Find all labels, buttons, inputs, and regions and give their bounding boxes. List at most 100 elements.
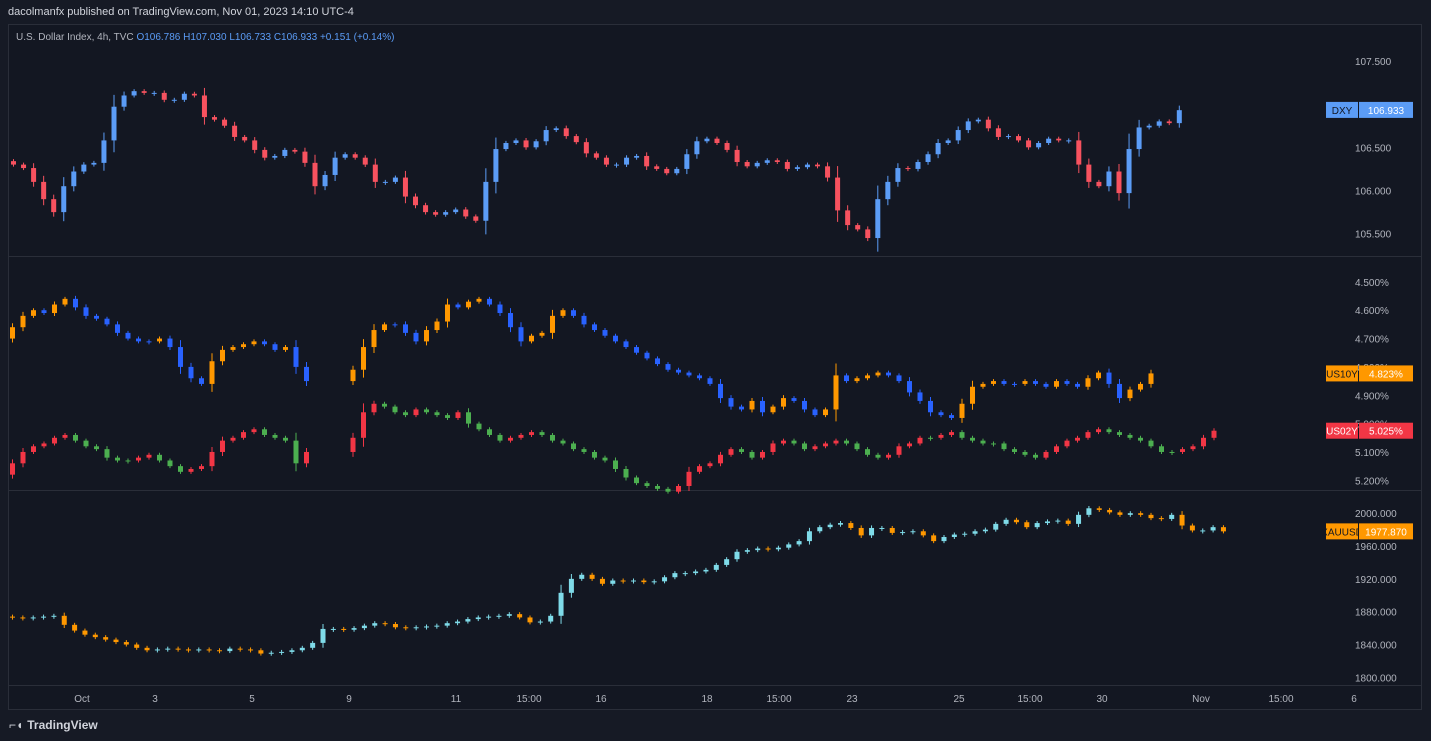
dxy-candle xyxy=(835,177,841,211)
dxy-candle xyxy=(171,99,177,101)
us02y-tag-value: 5.025% xyxy=(1369,427,1403,438)
us02y-candle xyxy=(115,457,120,461)
xau-candles xyxy=(10,505,1226,656)
dxy-candle xyxy=(895,168,901,182)
dxy-candle xyxy=(593,153,599,158)
us02y-candle xyxy=(613,460,618,469)
us10y-candle xyxy=(949,415,954,418)
xau-candle xyxy=(972,531,978,534)
xau-candle xyxy=(931,535,937,542)
xau-candle xyxy=(537,621,543,623)
us02y-candle xyxy=(581,449,587,452)
xau-candle xyxy=(1107,509,1113,513)
dxy-candle xyxy=(493,149,499,182)
dxy-candle xyxy=(1176,110,1182,124)
us10y-candle xyxy=(644,352,650,359)
us02y-candle xyxy=(676,486,681,492)
chart-canvas[interactable]: 107.500 106.500 106.000 105.500 DXY 106.933 5.… xyxy=(9,25,1421,709)
xau-candle xyxy=(361,625,367,629)
us10y-candle xyxy=(104,318,110,325)
dxy-candle xyxy=(1066,140,1072,142)
us02y-candle xyxy=(560,440,566,444)
x-tick-label: 9 xyxy=(346,694,352,705)
x-tick-label: 6 xyxy=(1351,694,1357,705)
us02y-candle xyxy=(434,412,440,416)
dxy-candle xyxy=(905,168,911,170)
yield-y-axis: 5.200%5.100%5.000%4.900%4.800%4.700%4.60… xyxy=(1355,278,1389,487)
publisher-line: dacolmanfx published on TradingView.com,… xyxy=(8,6,354,18)
xau-candle xyxy=(455,621,461,624)
dxy-candle xyxy=(985,119,991,129)
dxy-candle xyxy=(272,155,278,158)
us10y-candle xyxy=(41,310,47,314)
chart-frame[interactable]: 107.500 106.500 106.000 105.500 DXY 106.933 5.… xyxy=(8,24,1422,710)
dxy-candle xyxy=(583,142,589,154)
xau-candle xyxy=(82,630,88,635)
us10y-candle xyxy=(403,324,408,333)
dxy-candle xyxy=(312,162,318,187)
dxy-candle xyxy=(1046,138,1052,143)
xau-candle xyxy=(92,634,98,638)
us10y-candle xyxy=(293,347,299,367)
xau-candle xyxy=(517,614,523,618)
us02y-candle xyxy=(844,440,849,444)
tradingview-logo[interactable]: ⌐◖ TradingView xyxy=(9,718,98,732)
us10y-candle xyxy=(1001,381,1007,384)
us10y-candle xyxy=(1075,383,1080,387)
xau-candle xyxy=(1003,519,1009,524)
us02y-candle xyxy=(1180,449,1185,452)
xau-candle xyxy=(827,524,833,528)
x-tick-label: 15:00 xyxy=(516,694,541,705)
xau-candle xyxy=(413,627,419,629)
us02y-candle xyxy=(424,409,429,413)
xau-candle xyxy=(10,616,15,618)
us02y-candle xyxy=(623,468,629,478)
us10y-candle xyxy=(220,349,225,362)
xau-candle xyxy=(693,571,699,574)
us02y-candle xyxy=(571,443,576,450)
us10y-candle xyxy=(434,321,440,331)
xau-candle xyxy=(838,523,843,525)
us02y-candle xyxy=(1064,440,1070,447)
legend-high: H107.030 xyxy=(183,32,227,43)
us10y-candle xyxy=(10,327,15,339)
x-tick-label: 16 xyxy=(595,694,607,705)
dxy-candle xyxy=(362,157,368,165)
xau-candle xyxy=(848,523,854,528)
us10y-candle xyxy=(262,341,267,345)
us10y-candle xyxy=(455,304,461,308)
dxy-candle xyxy=(644,155,650,167)
dxy-candle xyxy=(453,209,459,213)
xau-candle xyxy=(662,577,668,582)
dxy-candle xyxy=(855,225,861,230)
us10y-candle xyxy=(770,406,776,413)
xau-candle xyxy=(900,532,906,534)
us10y-candle xyxy=(928,400,933,413)
us02y-candle xyxy=(655,486,660,489)
us10y-candle xyxy=(146,341,152,343)
x-tick-label: Nov xyxy=(1192,694,1210,705)
us02y-candle xyxy=(31,446,36,452)
xau-candle xyxy=(465,619,471,622)
footer xyxy=(0,710,1431,741)
us10y-candle xyxy=(812,409,818,416)
us10y-candle xyxy=(623,341,629,348)
us10y-candle xyxy=(959,403,965,418)
xau-candle xyxy=(1045,521,1050,524)
us10y-candle xyxy=(304,366,309,382)
us10y-candle xyxy=(539,332,545,336)
xau-candle xyxy=(713,564,719,570)
us02y-candle xyxy=(466,412,471,424)
dxy-candle xyxy=(282,149,288,156)
us10y-candle xyxy=(382,324,387,331)
xau-y-tick: 1840.000 xyxy=(1355,641,1397,652)
dxy-candle xyxy=(744,162,750,167)
xau-candle xyxy=(631,580,636,582)
us02y-candle xyxy=(445,415,450,418)
us02y-candle xyxy=(283,437,288,441)
dxy-candle xyxy=(563,128,569,137)
us10y-candle xyxy=(251,341,257,345)
us10y-candle xyxy=(1106,372,1112,384)
us10y-candle xyxy=(917,392,923,401)
us10y-candle xyxy=(361,347,366,370)
